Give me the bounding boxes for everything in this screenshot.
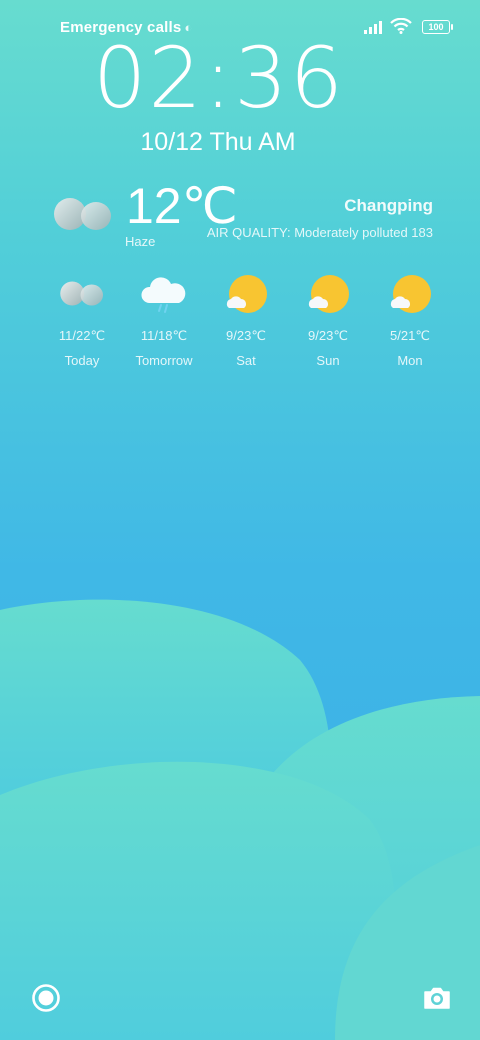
forecast-day-label: Tomorrow: [135, 353, 193, 368]
forecast-day-label: Today: [64, 353, 100, 368]
forecast-day-sun[interactable]: 9/23℃ Sun: [287, 272, 369, 368]
air-quality: AIR QUALITY: Moderately polluted 183: [206, 225, 433, 240]
rain-cloud-icon: [141, 277, 186, 313]
forecast-day-tomorrow[interactable]: 11/18℃ Tomorrow: [123, 272, 205, 368]
forecast-day-label: Sat: [236, 353, 256, 368]
forecast-range: 9/23℃: [308, 328, 348, 343]
date-text: 10/12: [140, 128, 203, 156]
forecast-day-label: Mon: [397, 353, 423, 368]
weekday-period: Thu AM: [209, 128, 296, 156]
forecast-day-sat[interactable]: 9/23℃ Sat: [205, 272, 287, 368]
record-icon[interactable]: [31, 983, 61, 1013]
sun-cloud-icon: [308, 275, 349, 313]
sun-cloud-icon: [390, 275, 431, 313]
haze-icon: [54, 198, 111, 230]
forecast-range: 11/18℃: [140, 328, 188, 343]
forecast-range: 5/21℃: [390, 328, 430, 343]
current-condition: Haze: [125, 234, 156, 249]
forecast-day-label: Sun: [316, 353, 340, 368]
forecast-day-mon[interactable]: 5/21℃ Mon: [369, 272, 451, 368]
forecast-list: 11/22℃ Today 11/18℃ Tomorrow 9/23℃ Sat 9…: [41, 272, 451, 368]
date-line: 10/12 Thu AM: [0, 126, 436, 158]
camera-icon[interactable]: [422, 983, 452, 1013]
lock-clock: 02:36: [92, 29, 346, 127]
forecast-day-today[interactable]: 11/22℃ Today: [41, 272, 123, 368]
city-name[interactable]: Changping: [344, 196, 433, 216]
forecast-range: 9/23℃: [226, 328, 266, 343]
forecast-range: 11/22℃: [58, 328, 106, 343]
haze-icon: [60, 281, 103, 306]
sun-cloud-icon: [226, 275, 267, 313]
